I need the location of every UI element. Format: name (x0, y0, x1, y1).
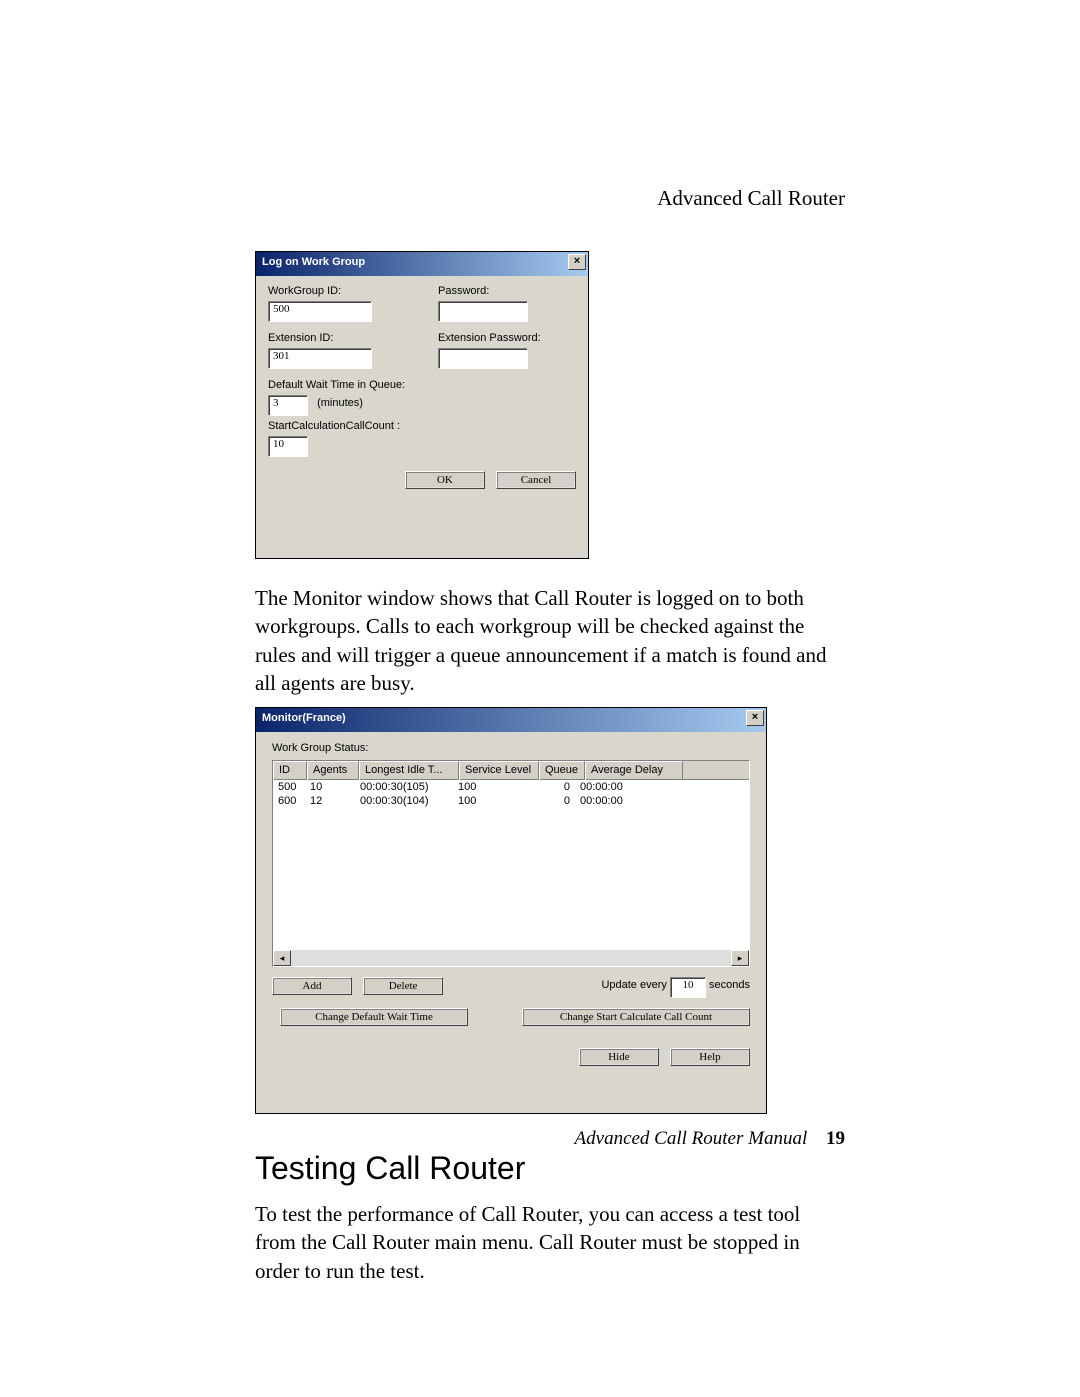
column-average-delay[interactable]: Average Delay (585, 761, 683, 780)
update-every-post-label: seconds (709, 979, 750, 991)
column-agents[interactable]: Agents (307, 761, 359, 780)
password-label: Password: (438, 285, 528, 297)
start-calc-input[interactable]: 10 (268, 436, 308, 457)
workgroup-status-list[interactable]: IDAgentsLongest Idle T...Service LevelQu… (272, 760, 750, 967)
wait-time-input[interactable]: 3 (268, 395, 308, 416)
page-footer: Advanced Call Router Manual 19 (575, 1128, 845, 1150)
wait-time-label: Default Wait Time in Queue: (268, 379, 576, 391)
cancel-button[interactable]: Cancel (496, 471, 576, 489)
close-icon[interactable]: × (746, 710, 764, 726)
extension-password-label: Extension Password: (438, 332, 541, 344)
change-start-calc-button[interactable]: Change Start Calculate Call Count (522, 1008, 750, 1026)
password-input[interactable] (438, 301, 528, 322)
delete-button[interactable]: Delete (363, 977, 443, 995)
workgroup-id-input[interactable]: 500 (268, 301, 372, 322)
column-id[interactable]: ID (273, 761, 307, 780)
table-row[interactable]: 6001200:00:30(104)100000:00:00 (273, 794, 749, 808)
hide-button[interactable]: Hide (579, 1048, 659, 1066)
cell-delay: 00:00:00 (575, 780, 671, 794)
list-header[interactable]: IDAgentsLongest Idle T...Service LevelQu… (273, 761, 749, 780)
workgroup-id-label: WorkGroup ID: (268, 285, 438, 297)
dialog-title: Monitor(France) (262, 712, 346, 724)
table-row[interactable]: 5001000:00:30(105)100000:00:00 (273, 780, 749, 794)
close-icon[interactable]: × (568, 254, 586, 270)
cell-sl: 100 (453, 780, 531, 794)
cell-id: 600 (273, 794, 305, 808)
body-paragraph-1: The Monitor window shows that Call Route… (255, 584, 845, 697)
logon-workgroup-dialog: Log on Work Group × WorkGroup ID: 500 Pa… (255, 251, 589, 559)
section-heading: Testing Call Router (255, 1150, 525, 1187)
minutes-label: (minutes) (317, 397, 363, 409)
cell-id: 500 (273, 780, 305, 794)
dialog-titlebar: Monitor(France) × (256, 708, 766, 732)
change-default-wait-button[interactable]: Change Default Wait Time (280, 1008, 468, 1026)
cell-idle: 00:00:30(105) (355, 780, 453, 794)
update-every-pre-label: Update every (601, 979, 666, 991)
cell-queue: 0 (531, 794, 575, 808)
dialog-title: Log on Work Group (262, 256, 365, 268)
cell-idle: 00:00:30(104) (355, 794, 453, 808)
update-every-input[interactable]: 10 (670, 977, 706, 998)
monitor-dialog: Monitor(France) × Work Group Status: IDA… (255, 707, 767, 1114)
start-calc-label: StartCalculationCallCount : (268, 420, 576, 432)
cell-queue: 0 (531, 780, 575, 794)
ok-button[interactable]: OK (405, 471, 485, 489)
extension-id-input[interactable]: 301 (268, 348, 372, 369)
footer-text: Advanced Call Router Manual (575, 1128, 808, 1149)
cell-delay: 00:00:00 (575, 794, 671, 808)
cell-sl: 100 (453, 794, 531, 808)
scroll-left-icon[interactable]: ◂ (273, 950, 291, 966)
horizontal-scrollbar[interactable]: ◂ ▸ (273, 950, 749, 966)
cell-agents: 12 (305, 794, 355, 808)
page-number: 19 (826, 1128, 845, 1149)
dialog-titlebar: Log on Work Group × (256, 252, 588, 276)
cell-agents: 10 (305, 780, 355, 794)
column-longest-idle[interactable]: Longest Idle T... (359, 761, 459, 780)
column-queue[interactable]: Queue (539, 761, 585, 780)
workgroup-status-label: Work Group Status: (272, 742, 750, 754)
extension-password-input[interactable] (438, 348, 528, 369)
column-service-level[interactable]: Service Level (459, 761, 539, 780)
help-button[interactable]: Help (670, 1048, 750, 1066)
body-paragraph-2: To test the performance of Call Router, … (255, 1200, 845, 1285)
running-header: Advanced Call Router (657, 186, 845, 211)
add-button[interactable]: Add (272, 977, 352, 995)
scroll-right-icon[interactable]: ▸ (731, 950, 749, 966)
extension-id-label: Extension ID: (268, 332, 438, 344)
